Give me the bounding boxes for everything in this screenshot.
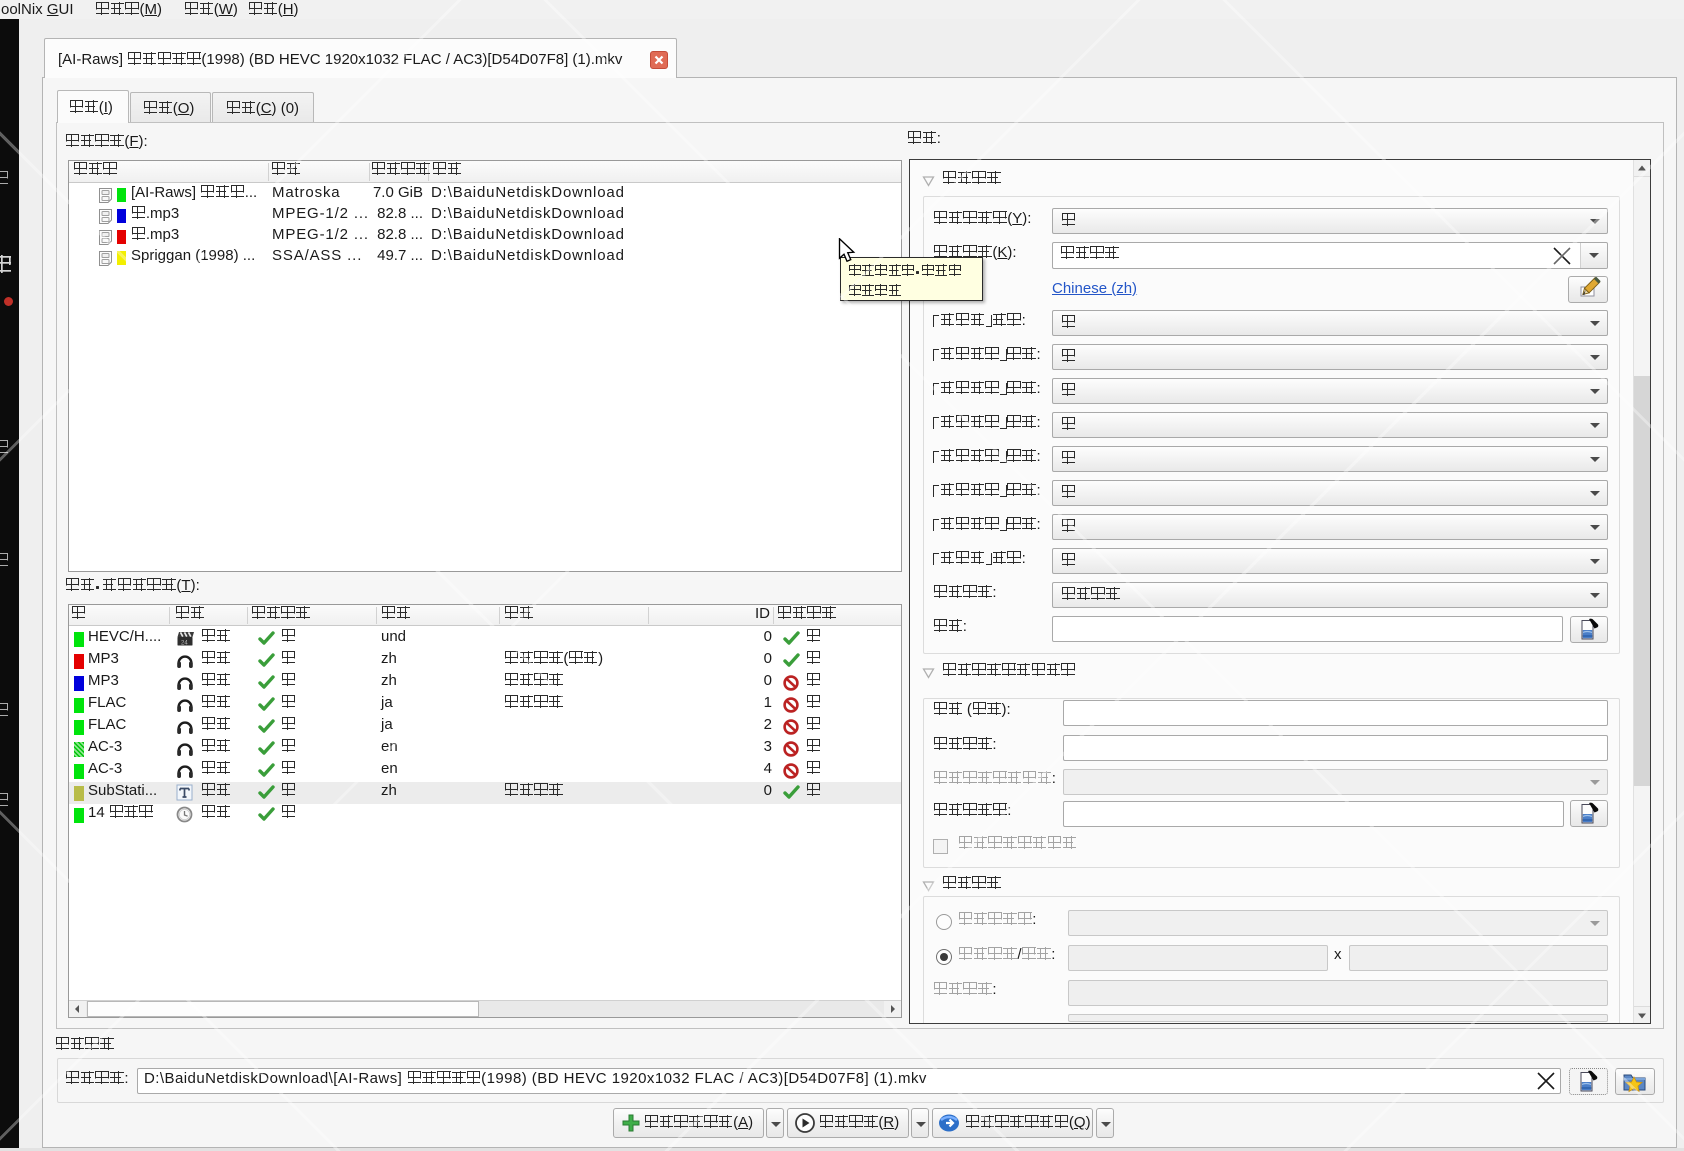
svg-text:24: 24: [181, 641, 188, 647]
